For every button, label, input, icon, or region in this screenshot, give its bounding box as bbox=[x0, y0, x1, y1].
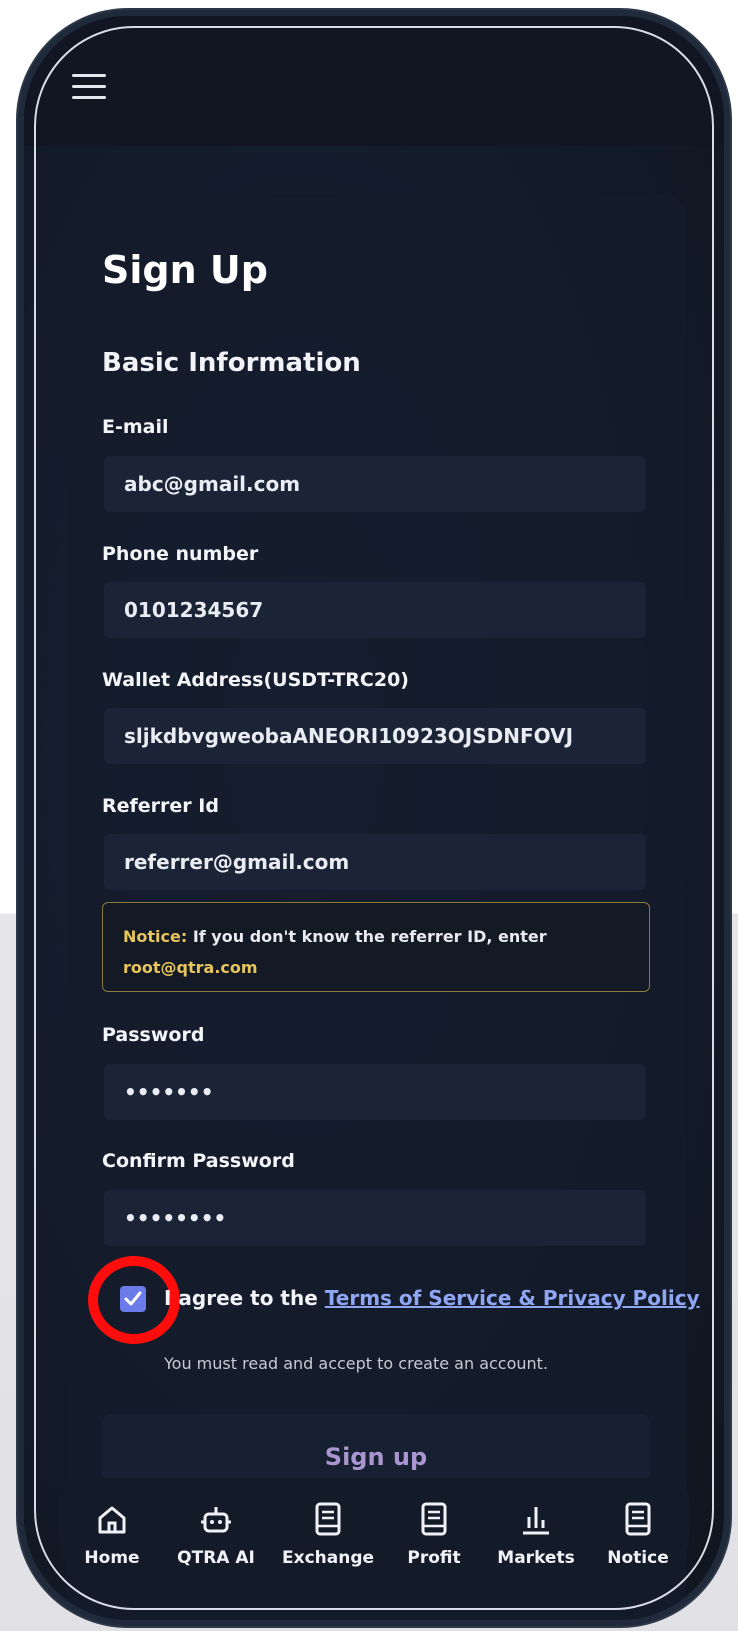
section-title: Basic Information bbox=[102, 348, 361, 378]
agree-prefix: I agree to the bbox=[164, 1286, 318, 1310]
password-field[interactable] bbox=[104, 1064, 646, 1120]
document-icon bbox=[625, 1502, 651, 1536]
notice-text: If you don't know the referrer ID, enter bbox=[187, 927, 547, 946]
email-label: E-mail bbox=[102, 416, 169, 438]
document-icon bbox=[421, 1502, 447, 1536]
notice-email: root@qtra.com bbox=[123, 958, 258, 977]
referrer-notice: Notice: If you don't know the referrer I… bbox=[102, 902, 650, 992]
nav-label-markets: Markets bbox=[497, 1548, 575, 1568]
nav-item-markets[interactable]: Markets bbox=[486, 1498, 586, 1568]
referrer-label: Referrer Id bbox=[102, 795, 219, 817]
nav-label-qtra-ai: QTRA AI bbox=[177, 1548, 255, 1568]
hamburger-menu-icon[interactable] bbox=[72, 74, 106, 102]
nav-item-exchange[interactable]: Exchange bbox=[278, 1498, 378, 1568]
agree-checkbox[interactable] bbox=[120, 1286, 146, 1312]
agree-hint: You must read and accept to create an ac… bbox=[164, 1354, 549, 1373]
robot-icon bbox=[201, 1507, 231, 1533]
top-bar bbox=[24, 16, 724, 146]
bottom-nav: Home QTRA AI Exchange Profit Markets Not… bbox=[58, 1478, 690, 1618]
terms-link[interactable]: Terms of Service & Privacy Policy bbox=[325, 1286, 700, 1310]
phone-frame: Sign Up Basic Information E-mail Phone n… bbox=[18, 10, 730, 1626]
nav-item-profit[interactable]: Profit bbox=[384, 1498, 484, 1568]
wallet-label: Wallet Address(USDT-TRC20) bbox=[102, 669, 409, 691]
bar-chart-icon bbox=[523, 1507, 549, 1535]
nav-label-exchange: Exchange bbox=[281, 1548, 375, 1568]
phone-field[interactable] bbox=[104, 582, 646, 638]
notice-label: Notice: bbox=[123, 927, 188, 946]
nav-item-home[interactable]: Home bbox=[62, 1498, 162, 1568]
home-icon bbox=[98, 1506, 126, 1534]
confirm-password-field[interactable] bbox=[104, 1190, 646, 1246]
wallet-address-field[interactable] bbox=[104, 708, 646, 764]
confirm-password-label: Confirm Password bbox=[102, 1150, 295, 1172]
agree-row: I agree to the Terms of Service & Privac… bbox=[88, 1256, 700, 1344]
nav-item-notice[interactable]: Notice bbox=[588, 1498, 688, 1568]
document-icon bbox=[315, 1502, 341, 1536]
nav-label-notice: Notice bbox=[607, 1548, 669, 1568]
nav-label-home: Home bbox=[84, 1548, 140, 1568]
password-label: Password bbox=[102, 1024, 205, 1046]
referrer-id-field[interactable] bbox=[104, 834, 646, 890]
email-field[interactable] bbox=[104, 456, 646, 512]
checkmark-icon bbox=[124, 1291, 142, 1306]
nav-label-profit: Profit bbox=[407, 1548, 461, 1568]
screen: Sign Up Basic Information E-mail Phone n… bbox=[24, 16, 724, 1620]
page-title: Sign Up bbox=[102, 248, 268, 292]
nav-item-qtra-ai[interactable]: QTRA AI bbox=[166, 1498, 266, 1568]
agree-text: I agree to the Terms of Service & Privac… bbox=[164, 1286, 700, 1310]
phone-label: Phone number bbox=[102, 543, 259, 565]
